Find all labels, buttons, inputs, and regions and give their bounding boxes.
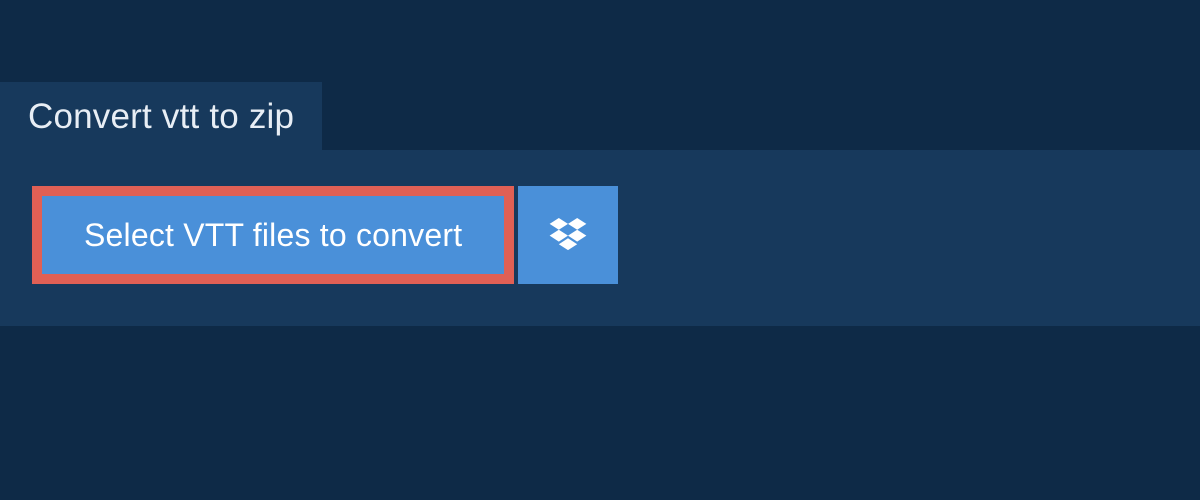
select-files-button[interactable]: Select VTT files to convert xyxy=(32,186,514,284)
page-root: Convert vtt to zip Select VTT files to c… xyxy=(0,0,1200,500)
dropbox-button[interactable] xyxy=(518,186,618,284)
main-panel: Select VTT files to convert xyxy=(0,150,1200,326)
select-files-label: Select VTT files to convert xyxy=(84,216,462,254)
tab-convert-vtt-to-zip[interactable]: Convert vtt to zip xyxy=(0,82,322,154)
button-row: Select VTT files to convert xyxy=(32,186,1168,284)
dropbox-icon xyxy=(547,214,589,256)
tab-strip: Convert vtt to zip xyxy=(0,82,322,154)
